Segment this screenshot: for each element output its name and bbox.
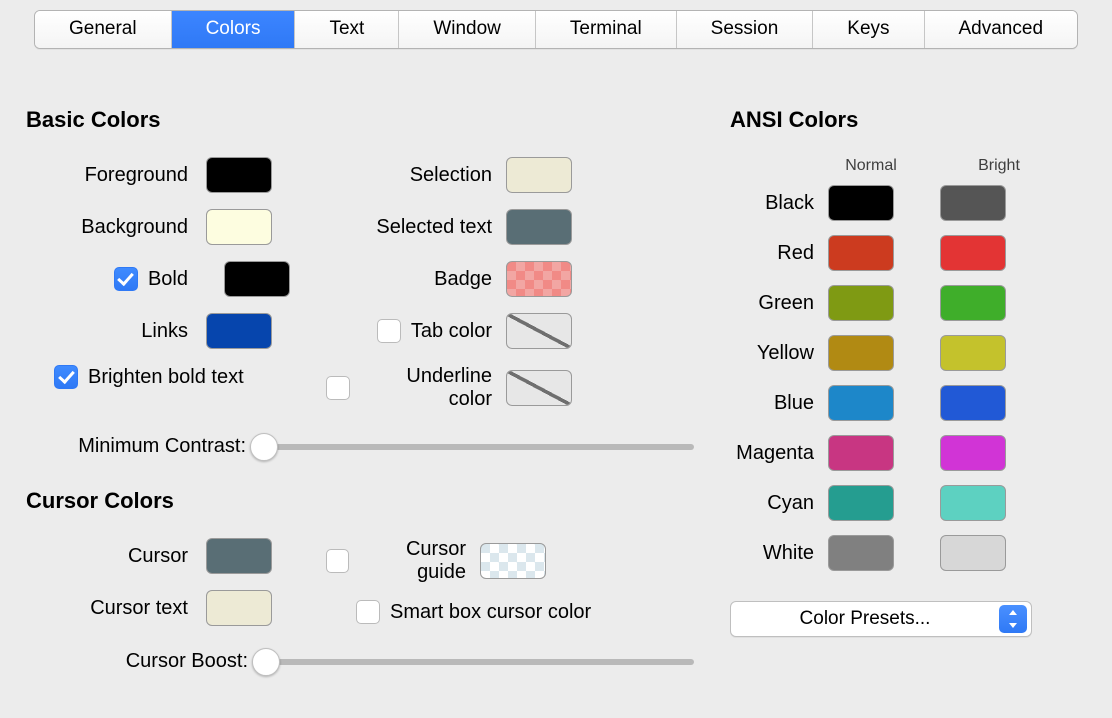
ansi-row-blue: Blue	[730, 385, 1078, 421]
ansi-label: Blue	[730, 392, 828, 415]
ansi-bright-swatch[interactable]	[940, 435, 1006, 471]
ansi-normal-swatch[interactable]	[828, 285, 894, 321]
slider-thumb-icon[interactable]	[250, 433, 278, 461]
underline-color-checkbox[interactable]	[326, 376, 350, 400]
links-swatch[interactable]	[206, 313, 272, 349]
slider-thumb-icon[interactable]	[252, 648, 280, 676]
ansi-bright-swatch[interactable]	[940, 485, 1006, 521]
ansi-normal-swatch[interactable]	[828, 235, 894, 271]
ansi-row-yellow: Yellow	[730, 335, 1078, 371]
tab-terminal[interactable]: Terminal	[536, 11, 677, 48]
ansi-row-black: Black	[730, 185, 1078, 221]
ansi-normal-swatch[interactable]	[828, 535, 894, 571]
ansi-label: White	[730, 542, 828, 565]
background-label: Background	[26, 216, 206, 239]
tab-advanced[interactable]: Advanced	[925, 11, 1078, 48]
tab-general[interactable]: General	[35, 11, 172, 48]
cursor-boost-label: Cursor Boost:	[26, 650, 258, 673]
smart-box-label: Smart box cursor color	[390, 601, 591, 624]
ansi-colors-heading: ANSI Colors	[730, 107, 1078, 133]
tab-colors[interactable]: Colors	[172, 11, 296, 48]
ansi-bright-swatch[interactable]	[940, 385, 1006, 421]
basic-colors-heading: Basic Colors	[26, 107, 726, 133]
ansi-label: Yellow	[730, 342, 828, 365]
ansi-normal-swatch[interactable]	[828, 485, 894, 521]
ansi-row-green: Green	[730, 285, 1078, 321]
cursor-guide-label: Cursor guide	[359, 538, 466, 584]
selected-text-label: Selected text	[326, 216, 506, 239]
ansi-normal-swatch[interactable]	[828, 435, 894, 471]
background-swatch[interactable]	[206, 209, 272, 245]
cursor-colors-heading: Cursor Colors	[26, 488, 726, 514]
dropdown-arrows-icon	[999, 605, 1027, 633]
ansi-label: Cyan	[730, 492, 828, 515]
badge-label: Badge	[326, 268, 506, 291]
ansi-label: Green	[730, 292, 828, 315]
ansi-bright-swatch[interactable]	[940, 185, 1006, 221]
cursor-text-label: Cursor text	[26, 597, 206, 620]
cursor-text-swatch[interactable]	[206, 590, 272, 626]
cursor-boost-slider[interactable]	[258, 659, 694, 665]
tab-color-label: Tab color	[411, 320, 492, 343]
ansi-label: Black	[730, 192, 828, 215]
ansi-bright-swatch[interactable]	[940, 235, 1006, 271]
min-contrast-label: Minimum Contrast:	[26, 435, 256, 458]
cursor-guide-swatch[interactable]	[480, 543, 546, 579]
smart-box-checkbox[interactable]	[356, 600, 380, 624]
tab-keys[interactable]: Keys	[813, 11, 924, 48]
ansi-normal-swatch[interactable]	[828, 335, 894, 371]
min-contrast-slider[interactable]	[256, 444, 694, 450]
ansi-bright-swatch[interactable]	[940, 535, 1006, 571]
cursor-label: Cursor	[26, 545, 206, 568]
underline-color-swatch[interactable]	[506, 370, 572, 406]
badge-swatch[interactable]	[506, 261, 572, 297]
ansi-normal-swatch[interactable]	[828, 185, 894, 221]
foreground-label: Foreground	[26, 164, 206, 187]
brighten-checkbox[interactable]	[54, 365, 78, 389]
ansi-label: Red	[730, 242, 828, 265]
color-presets-label: Color Presets...	[731, 608, 999, 630]
tab-color-swatch[interactable]	[506, 313, 572, 349]
ansi-bright-swatch[interactable]	[940, 335, 1006, 371]
ansi-bright-header: Bright	[958, 157, 1040, 175]
ansi-row-white: White	[730, 535, 1078, 571]
links-label: Links	[26, 320, 206, 343]
tab-text[interactable]: Text	[295, 11, 399, 48]
ansi-row-red: Red	[730, 235, 1078, 271]
bold-checkbox[interactable]	[114, 267, 138, 291]
cursor-guide-checkbox[interactable]	[326, 549, 349, 573]
ansi-normal-swatch[interactable]	[828, 385, 894, 421]
tab-window[interactable]: Window	[399, 11, 536, 48]
tab-session[interactable]: Session	[677, 11, 814, 48]
underline-color-label: Underline color	[360, 365, 492, 411]
tab-bar: GeneralColorsTextWindowTerminalSessionKe…	[34, 10, 1078, 49]
foreground-swatch[interactable]	[206, 157, 272, 193]
cursor-swatch[interactable]	[206, 538, 272, 574]
color-presets-dropdown[interactable]: Color Presets...	[730, 601, 1032, 637]
bold-swatch[interactable]	[224, 261, 290, 297]
selected-text-swatch[interactable]	[506, 209, 572, 245]
ansi-normal-header: Normal	[830, 157, 912, 175]
ansi-row-magenta: Magenta	[730, 435, 1078, 471]
selection-label: Selection	[326, 164, 506, 187]
tab-color-checkbox[interactable]	[377, 319, 401, 343]
selection-swatch[interactable]	[506, 157, 572, 193]
bold-label: Bold	[148, 268, 188, 291]
ansi-label: Magenta	[730, 442, 828, 465]
brighten-label: Brighten bold text	[88, 366, 244, 389]
ansi-bright-swatch[interactable]	[940, 285, 1006, 321]
ansi-row-cyan: Cyan	[730, 485, 1078, 521]
